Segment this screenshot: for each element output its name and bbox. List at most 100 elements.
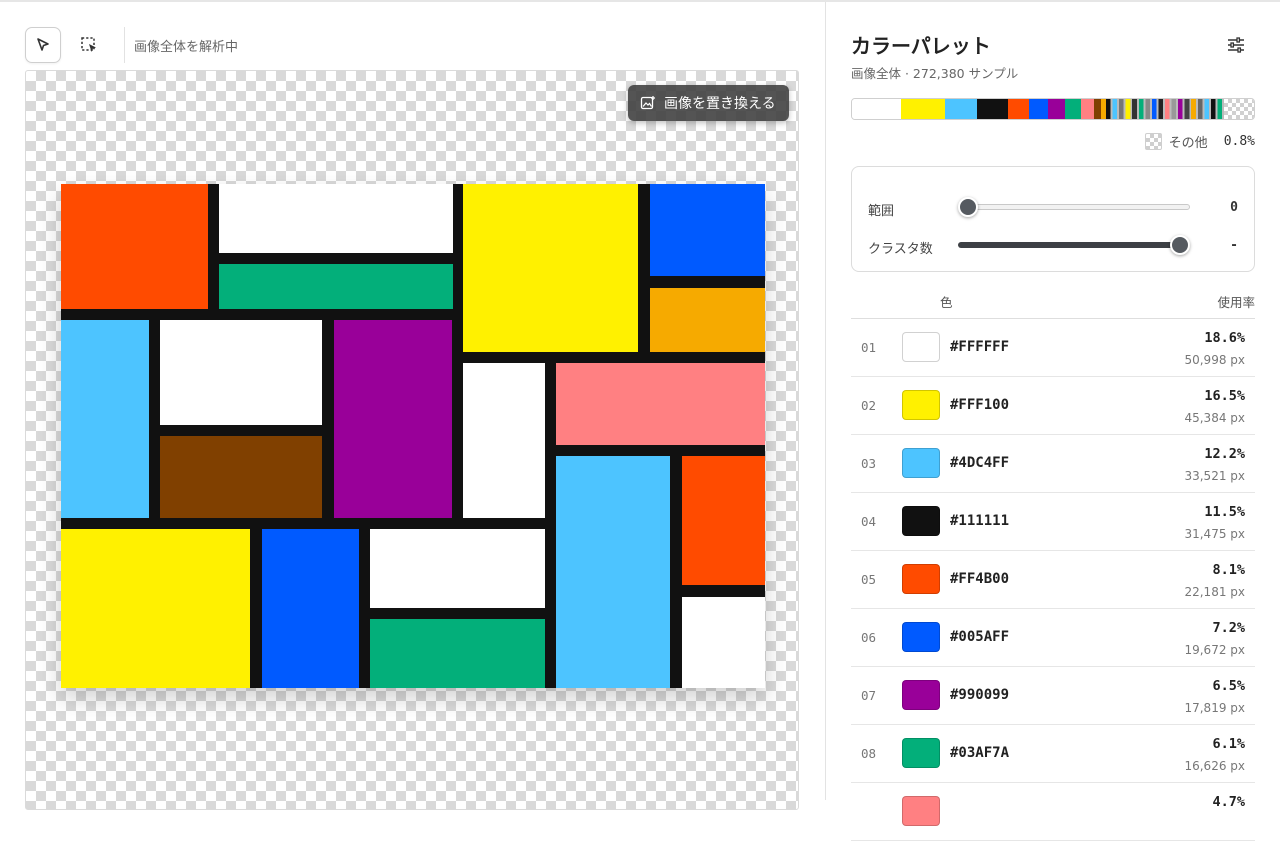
palette-strip-segment[interactable] [944, 99, 978, 119]
palette-panel: カラーパレット 画像全体 · 272,380 サンプル その他 0.8% 範囲 … [826, 2, 1280, 841]
palette-row-swatch [902, 332, 940, 362]
image-block [463, 184, 638, 352]
palette-row[interactable]: 08 #03AF7A 6.1% 16,626 px [851, 725, 1255, 783]
range-slider-handle[interactable] [958, 197, 978, 217]
palette-settings-button[interactable] [1226, 35, 1246, 55]
palette-row-swatch [902, 390, 940, 420]
palette-row-pixels: 50,998 px [1184, 353, 1245, 367]
transparency-icon [1144, 133, 1162, 150]
palette-row-pixels: 16,626 px [1184, 759, 1245, 773]
panel-title: カラーパレット [851, 34, 991, 58]
palette-row-index: 02 [861, 398, 877, 413]
palette-row-hex[interactable]: #990099 [950, 687, 1009, 703]
range-label: 範囲 [868, 204, 895, 219]
palette-row-percent: 7.2% [1212, 620, 1245, 636]
range-value: 0 [1230, 200, 1238, 215]
palette-row-hex[interactable]: #03AF7A [950, 745, 1009, 761]
palette-strip-segment[interactable] [1028, 99, 1049, 119]
palette-row-index: 04 [861, 514, 877, 529]
palette-row-percent: 8.1% [1212, 562, 1245, 578]
range-slider[interactable] [958, 204, 1190, 210]
palette-row[interactable]: 05 #FF4B00 8.1% 22,181 px [851, 551, 1255, 609]
palette-row-percent: 6.5% [1212, 678, 1245, 694]
palette-table: 01 #FFFFFF 18.6% 50,998 px 02 #FFF100 16.5% 45,… [851, 319, 1255, 841]
palette-row-percent: 11.5% [1204, 504, 1245, 520]
other-colors: その他 0.8% [1144, 132, 1255, 151]
image-block [370, 619, 545, 688]
palette-row-hex[interactable]: #FFF100 [950, 397, 1009, 413]
cluster-count-slider-handle[interactable] [1170, 235, 1190, 255]
image-replace-icon [640, 96, 655, 110]
palette-row[interactable]: 01 #FFFFFF 18.6% 50,998 px [851, 319, 1255, 377]
palette-row-pixels: 33,521 px [1184, 469, 1245, 483]
palette-row[interactable]: 06 #005AFF 7.2% 19,672 px [851, 609, 1255, 667]
palette-strip-segment[interactable] [901, 99, 945, 119]
image-block [262, 529, 359, 688]
image-block [463, 363, 545, 518]
palette-row-swatch [902, 796, 940, 826]
other-percent: 0.8% [1223, 134, 1255, 149]
palette-row-hex[interactable]: #FF4B00 [950, 571, 1009, 587]
pointer-tool-button[interactable] [25, 27, 61, 63]
palette-row[interactable]: 07 #990099 6.5% 17,819 px [851, 667, 1255, 725]
palette-strip-segment[interactable] [1065, 99, 1082, 119]
palette-strip [851, 98, 1255, 120]
palette-strip-segment[interactable] [1093, 99, 1101, 119]
image-canvas[interactable]: 画像を置き換える [25, 70, 799, 810]
palette-strip-segment[interactable] [852, 99, 902, 119]
sliders-icon [1228, 37, 1244, 53]
image-pane: 画像全体を解析中 画像を置き換える [0, 2, 825, 810]
palette-strip-segment[interactable] [1007, 99, 1029, 119]
palette-row-swatch [902, 622, 940, 652]
palette-row-pixels: 45,384 px [1184, 411, 1245, 425]
palette-row-hex[interactable]: #4DC4FF [950, 455, 1009, 471]
image-block [650, 288, 765, 352]
image-block [556, 456, 670, 688]
palette-row-percent: 6.1% [1212, 736, 1245, 752]
palette-row-percent: 18.6% [1204, 330, 1245, 346]
image-block [219, 264, 453, 309]
region-select-tool-button[interactable] [71, 27, 107, 63]
palette-strip-segment[interactable] [1081, 99, 1094, 119]
palette-row-swatch [902, 564, 940, 594]
image-block [61, 529, 250, 688]
image-block [61, 184, 208, 309]
image-block [556, 363, 765, 445]
palette-row-hex[interactable]: #FFFFFF [950, 339, 1009, 355]
palette-row[interactable]: 03 #4DC4FF 12.2% 33,521 px [851, 435, 1255, 493]
palette-row-index: 05 [861, 572, 877, 587]
image-block [370, 529, 545, 608]
palette-table-header: 色 使用率 [851, 292, 1255, 319]
palette-row-swatch [902, 738, 940, 768]
palette-row-pixels: 19,672 px [1184, 643, 1245, 657]
image-block [682, 597, 765, 688]
panel-subtitle: 画像全体 · 272,380 サンプル [851, 66, 1019, 81]
palette-row[interactable]: 04 #111111 11.5% 31,475 px [851, 493, 1255, 551]
palette-strip-segment[interactable] [977, 99, 1008, 119]
palette-row[interactable]: 4.7% [851, 783, 1255, 841]
cluster-count-slider[interactable] [958, 242, 1190, 248]
replace-image-label: 画像を置き換える [664, 96, 776, 112]
palette-row-percent: 12.2% [1204, 446, 1245, 462]
image-block [219, 184, 453, 253]
palette-controls: 範囲 0 クラスタ数 - [851, 166, 1255, 272]
other-label: その他 [1168, 136, 1208, 151]
cluster-count-value: - [1230, 238, 1238, 253]
palette-row-percent: 16.5% [1204, 388, 1245, 404]
palette-row-swatch [902, 680, 940, 710]
replace-image-button[interactable]: 画像を置き換える [628, 85, 789, 121]
palette-strip-segment[interactable] [1048, 99, 1066, 119]
analyzed-image [61, 184, 765, 688]
palette-row-hex[interactable]: #111111 [950, 513, 1009, 529]
palette-row-swatch [902, 506, 940, 536]
palette-row-pixels: 17,819 px [1184, 701, 1245, 715]
image-toolbar: 画像全体を解析中 [25, 26, 238, 64]
palette-row-index: 08 [861, 746, 877, 761]
palette-row-hex[interactable]: #005AFF [950, 629, 1009, 645]
analysis-status: 画像全体を解析中 [134, 39, 239, 55]
palette-row[interactable]: 02 #FFF100 16.5% 45,384 px [851, 377, 1255, 435]
image-block [682, 456, 765, 585]
image-block [160, 320, 322, 425]
palette-row-index: 07 [861, 688, 877, 703]
palette-strip-other [1223, 99, 1254, 119]
